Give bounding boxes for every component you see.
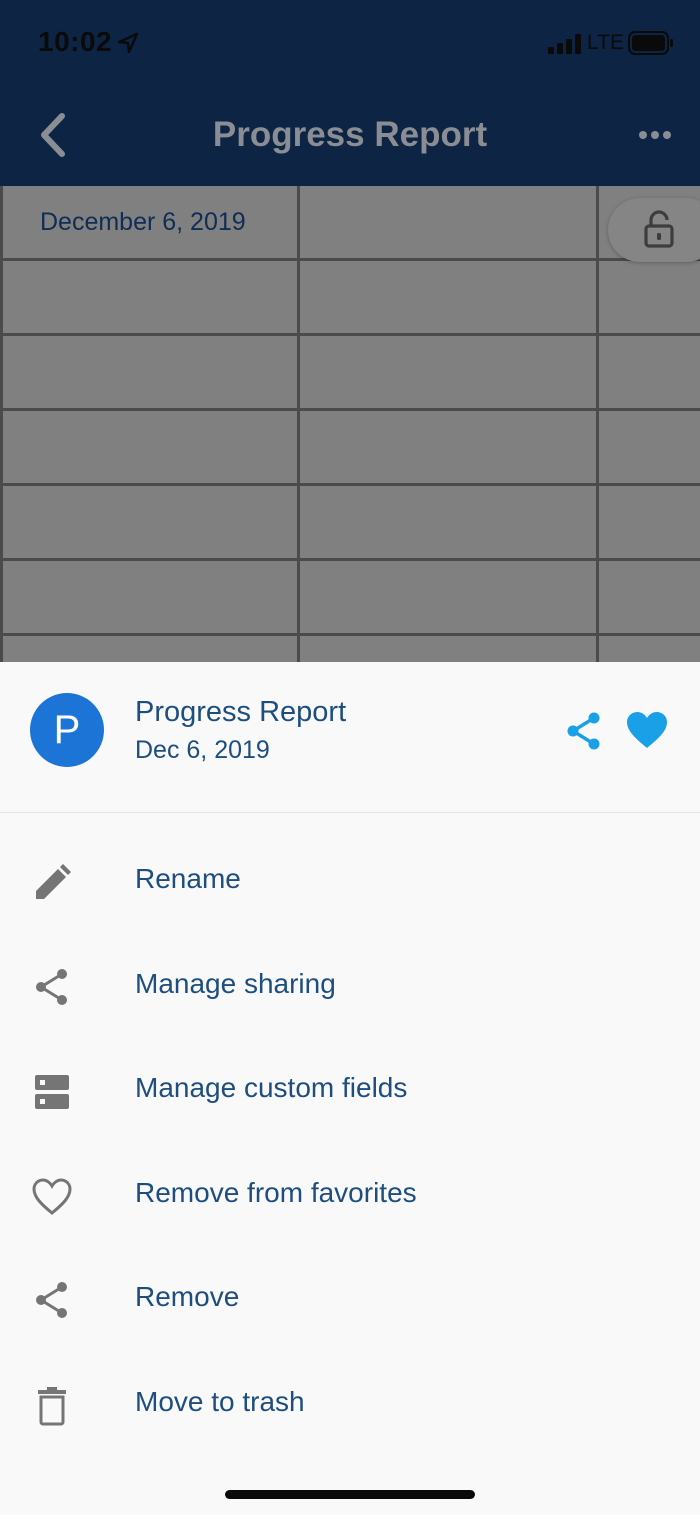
share-icon xyxy=(36,1282,67,1318)
avatar: P xyxy=(30,693,104,767)
nav-bar: Progress Report xyxy=(0,88,700,186)
menu-item-rename[interactable]: Rename xyxy=(0,827,700,932)
custom-fields-icon xyxy=(35,1075,69,1109)
menu-item-manage-sharing[interactable]: Manage sharing xyxy=(0,932,700,1037)
lock-button[interactable] xyxy=(608,198,700,262)
menu-item-manage-custom-fields[interactable]: Manage custom fields xyxy=(0,1036,700,1141)
app-header: 10:02 LTE Progress Report xyxy=(0,0,700,186)
grid-line xyxy=(596,186,599,662)
menu-label: Move to trash xyxy=(135,1385,305,1417)
share-icon xyxy=(36,968,67,1005)
trash-icon xyxy=(38,1386,66,1425)
menu-item-remove[interactable]: Remove xyxy=(0,1245,700,1350)
network-type: LTE xyxy=(587,31,624,54)
menu-label: Remove xyxy=(135,1281,240,1312)
menu-label: Remove from favorites xyxy=(135,1176,417,1208)
signal-icon xyxy=(548,34,581,54)
share-icon[interactable] xyxy=(563,710,605,752)
menu-label: Manage sharing xyxy=(135,967,336,999)
document-title: Progress Report xyxy=(135,696,347,728)
grid-line xyxy=(297,186,300,662)
location-arrow-icon xyxy=(117,32,139,54)
menu-item-remove-from-favorites[interactable]: Remove from favorites xyxy=(0,1141,700,1246)
lock-icon xyxy=(644,210,674,248)
action-sheet: P Progress Report Dec 6, 2019 Rename Man… xyxy=(0,662,700,1515)
menu-label: Manage custom fields xyxy=(135,1072,408,1103)
sheet-header: P Progress Report Dec 6, 2019 xyxy=(0,662,700,813)
menu-item-move-to-trash[interactable]: Move to trash xyxy=(0,1350,700,1455)
page-title: Progress Report xyxy=(212,115,488,154)
menu-label: Rename xyxy=(135,863,241,894)
heart-filled-icon[interactable] xyxy=(625,710,669,750)
grid-line xyxy=(0,186,3,662)
action-menu: Rename Manage sharing Manage custom fiel… xyxy=(0,827,700,1454)
document-date: Dec 6, 2019 xyxy=(135,736,270,764)
status-time: 10:02 xyxy=(38,26,113,57)
pencil-icon xyxy=(36,864,71,899)
spreadsheet-grid[interactable]: December 6, 2019 xyxy=(0,186,700,662)
home-indicator[interactable] xyxy=(225,1490,475,1499)
cell-date[interactable]: December 6, 2019 xyxy=(40,208,246,237)
battery-icon xyxy=(628,31,673,55)
heart-outline-icon xyxy=(32,1177,72,1215)
background-content: 10:02 LTE Progress Report December 6, 20… xyxy=(0,0,700,662)
status-bar: 10:02 LTE xyxy=(0,0,700,88)
more-options-icon[interactable] xyxy=(630,118,680,152)
